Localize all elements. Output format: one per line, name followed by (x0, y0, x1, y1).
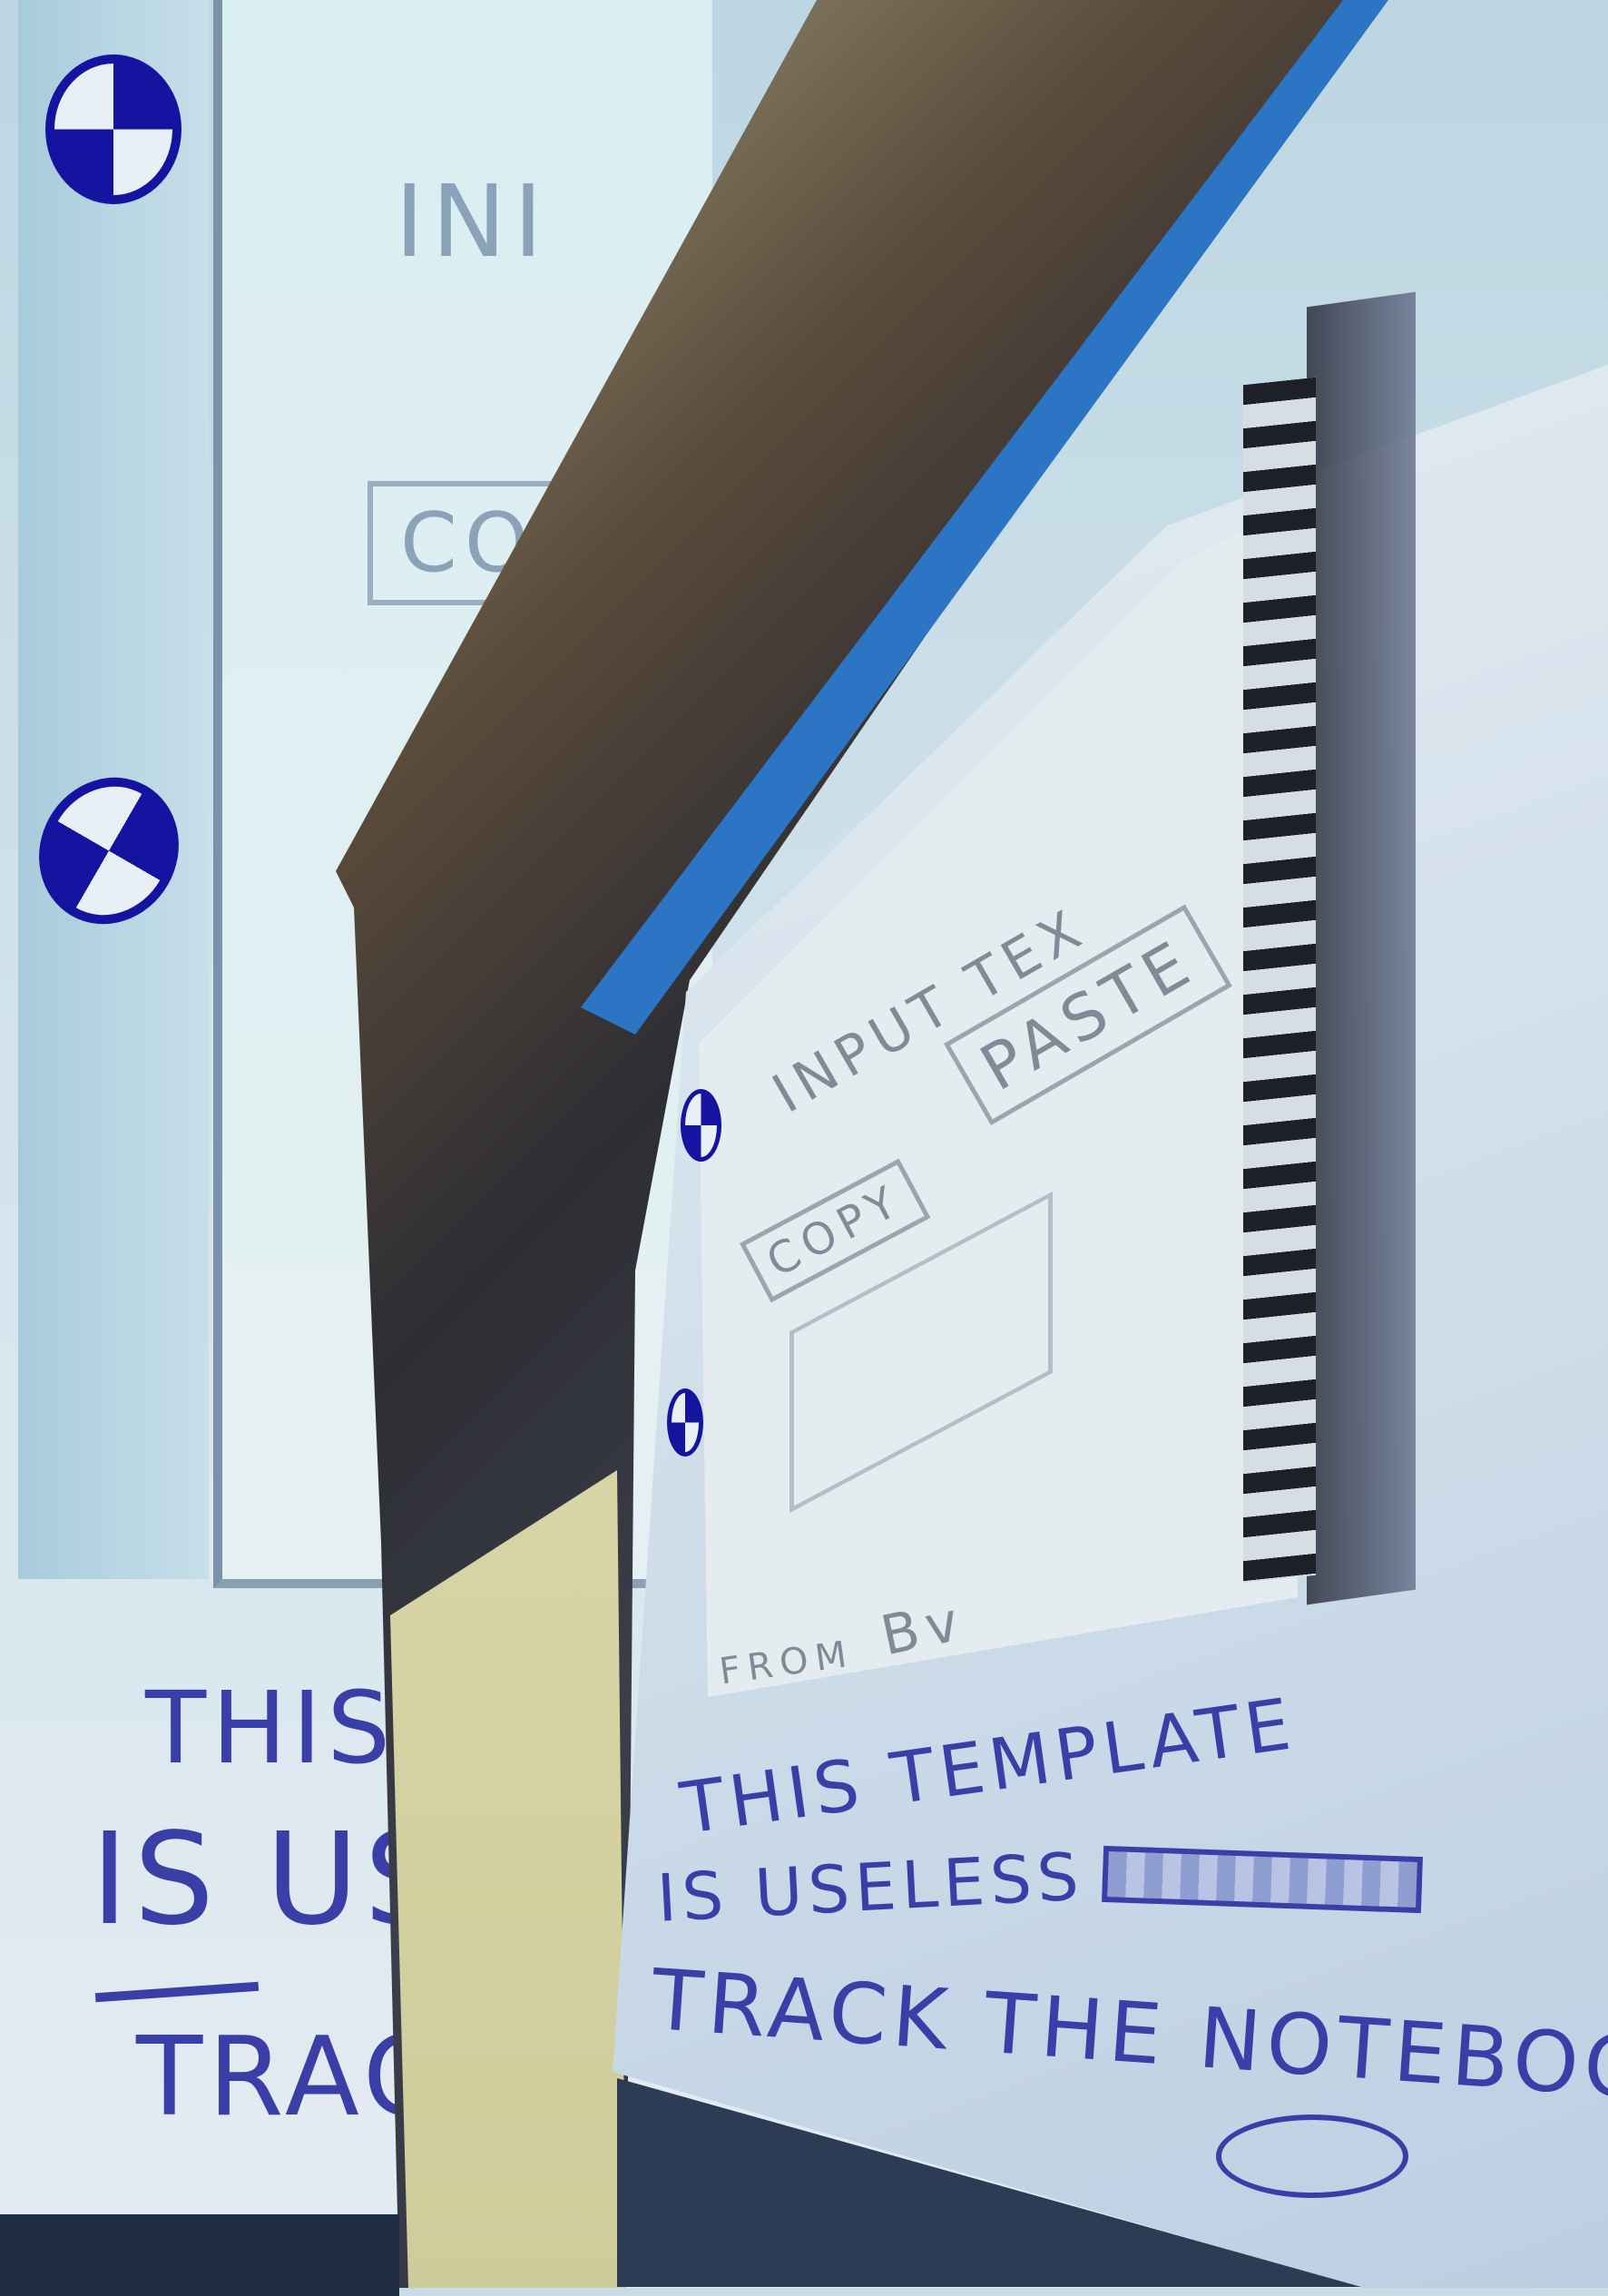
signature-circle (1216, 2114, 1408, 2198)
desk-edge (0, 2214, 399, 2296)
logo-circle-icon (681, 1089, 721, 1162)
notebook-spine (1307, 291, 1416, 1605)
logo-circle-icon (45, 54, 181, 204)
notebook-spiral (1243, 377, 1316, 1584)
handwriting-left: THIS (145, 1670, 397, 1786)
logo-circle-icon (667, 1388, 703, 1457)
scribbled-box (1102, 1845, 1423, 1914)
sketch-label: INI (395, 163, 551, 280)
